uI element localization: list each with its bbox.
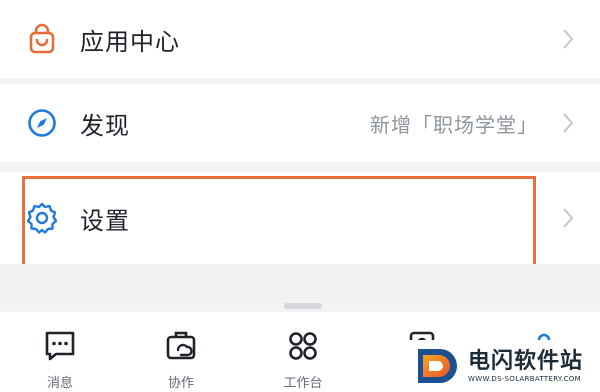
briefcase-icon <box>161 326 201 366</box>
tab-label: 工作台 <box>283 376 323 391</box>
chat-bubble-icon <box>40 326 80 366</box>
grid-icon <box>283 326 323 366</box>
tab-messages[interactable]: 消息 <box>20 326 100 392</box>
tab-workbench[interactable]: 工作台 <box>263 326 343 392</box>
menu-item-label: 设置 <box>80 206 130 235</box>
compass-icon <box>24 105 60 141</box>
watermark-logo-icon <box>418 349 457 383</box>
menu-item-discover[interactable]: 发现 新增「职场学堂」 <box>0 84 600 162</box>
drag-handle[interactable] <box>284 303 322 309</box>
tab-label: 协作 <box>167 376 194 391</box>
tab-collaboration[interactable]: 协作 <box>141 326 221 392</box>
watermark-title: 电闪软件站 <box>468 349 584 374</box>
menu-item-app-center[interactable]: 应用中心 <box>0 0 600 78</box>
watermark-url: WWW.DS-SOLARBATTERY.COM <box>468 375 581 383</box>
menu-item-label: 发现 <box>80 111 130 140</box>
chevron-right-icon <box>558 204 578 232</box>
section-separator <box>0 264 600 304</box>
chevron-right-icon <box>558 25 578 53</box>
watermark: 电闪软件站 WWW.DS-SOLARBATTERY.COM <box>402 340 600 392</box>
chevron-right-icon <box>558 109 578 137</box>
tab-label: 消息 <box>46 376 73 391</box>
shopping-bag-icon <box>24 21 60 57</box>
gear-icon <box>24 200 60 236</box>
menu-item-subtitle: 新增「职场学堂」 <box>370 112 538 137</box>
menu-item-label: 应用中心 <box>80 27 180 56</box>
menu-item-settings[interactable]: 设置 <box>0 172 600 264</box>
